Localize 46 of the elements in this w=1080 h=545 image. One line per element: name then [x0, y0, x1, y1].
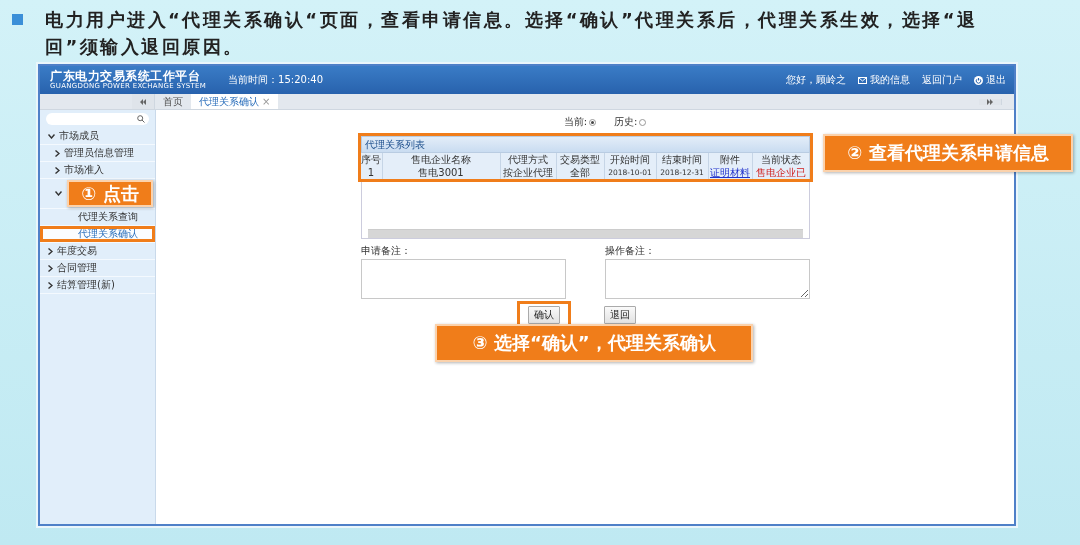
confirm-button[interactable]: 确认 — [527, 306, 560, 324]
table-cell: 按企业代理 — [500, 166, 557, 179]
option-label: 当前: — [563, 115, 587, 129]
radio-button[interactable] — [589, 118, 596, 126]
double-right-icon — [987, 98, 993, 105]
callout-tooltip: ② 查看代理关系申请信息 — [823, 134, 1073, 172]
sidebar-item[interactable]: 代理关系确认 — [40, 226, 155, 243]
sidebar-item[interactable]: 市场准入 — [40, 162, 155, 179]
callout-tooltip: ③ 选择“确认”，代理关系确认 — [435, 324, 753, 362]
option-label: 历史: — [614, 115, 638, 129]
sidebar-item[interactable]: 市场成员 — [40, 128, 155, 145]
field-label: 申请备注： — [360, 244, 412, 258]
scrollbar[interactable] — [367, 229, 803, 238]
app-title: 广东电力交易系统工作平台 — [50, 70, 200, 82]
power-icon — [974, 75, 983, 85]
field-label: 操作备注： — [604, 244, 656, 258]
remark-field[interactable] — [360, 259, 566, 299]
clock-text: 当前时间：15:20:40 — [228, 73, 324, 87]
return-button[interactable]: 退回 — [603, 306, 636, 324]
table-title: 代理关系列表 — [360, 136, 810, 153]
mail-icon — [858, 76, 867, 84]
slide-heading: 电力用户进入“代理关系确认“页面，查看申请信息。选择“确认”代理关系后，代理关系生效，选择“退回”须输入退回原因。 — [45, 8, 979, 59]
table-cell: 全部 — [556, 166, 605, 179]
scroll-tabs-button[interactable] — [979, 98, 1002, 105]
table-cell: 售电3001 — [382, 166, 501, 179]
remark-field[interactable] — [604, 259, 810, 299]
sidebar-item[interactable]: 合同管理 — [40, 260, 155, 277]
header-link[interactable]: 返回门户 — [922, 73, 962, 87]
sidebar-item[interactable]: 管理员信息管理 — [40, 145, 155, 162]
table-cell: 1 — [360, 166, 383, 179]
sidebar-item[interactable]: 年度交易 — [40, 243, 155, 260]
tab[interactable]: 代理关系确认 × — [191, 94, 279, 109]
search-icon — [137, 115, 145, 123]
bullet-icon — [12, 14, 23, 25]
sidebar-item[interactable]: 结算管理(新) — [40, 277, 155, 294]
search-field[interactable] — [46, 113, 149, 125]
greeting-text: 您好，顾岭之 — [786, 73, 846, 87]
radio-button[interactable] — [639, 118, 647, 126]
tab[interactable]: 首页 — [155, 94, 191, 109]
attachment-link[interactable]: 证明材料 — [708, 166, 753, 179]
header-link[interactable]: 我的信息 — [858, 73, 910, 87]
collapse-button[interactable] — [132, 94, 155, 109]
double-left-icon — [140, 98, 146, 105]
callout-tooltip: ① 点击 — [67, 180, 153, 207]
table-cell: 售电企业已 — [752, 166, 810, 179]
header-link[interactable]: 退出 — [974, 73, 1006, 87]
